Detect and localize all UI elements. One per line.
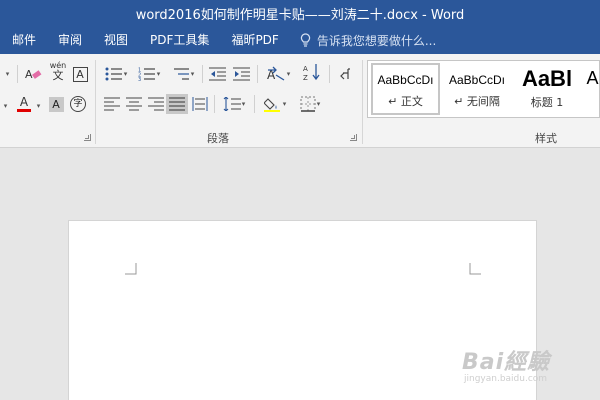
style-normal-preview: AaBbCcDı <box>377 73 434 87</box>
styles-group-label: 样式 <box>535 132 557 145</box>
svg-text:A: A <box>303 65 308 73</box>
decrease-indent-icon <box>209 67 226 81</box>
tell-me-text: 告诉我您想要做什么... <box>316 33 437 48</box>
style-heading-1[interactable]: AaBl 标题 1 <box>514 63 580 115</box>
tab-review[interactable]: 审阅 <box>47 26 93 54</box>
style-no-spacing-name: ↵ 无间隔 <box>454 95 500 108</box>
clear-formatting-button[interactable]: A <box>22 64 44 84</box>
chinese-layout-button[interactable]: A ▾ <box>262 64 294 84</box>
borders-icon <box>300 96 316 112</box>
align-left-icon <box>104 97 120 111</box>
margin-marker-top-right <box>469 263 481 275</box>
enclose-characters-icon: 字 <box>70 96 86 112</box>
align-left-button[interactable] <box>101 94 123 114</box>
style-no-spacing[interactable]: AaBbCcDı ↵ 无间隔 <box>443 63 511 115</box>
justify-button[interactable] <box>166 94 188 114</box>
font-color-dropdown[interactable]: ▾ <box>34 96 42 116</box>
tab-view[interactable]: 视图 <box>93 26 139 54</box>
clear-formatting-icon: A <box>25 68 42 81</box>
style-heading-1-preview: AaBl <box>521 66 573 91</box>
style-no-spacing-preview: AaBbCcDı <box>448 73 506 87</box>
font-dialog-launcher[interactable] <box>84 134 91 141</box>
bullets-icon <box>105 67 122 81</box>
tell-me-box[interactable]: 告诉我您想要做什么... <box>290 26 436 54</box>
watermark-subtext: jingyan.baidu.com <box>464 374 548 384</box>
font-color-label: A <box>19 95 29 109</box>
paragraph-group-label: 段落 <box>207 132 229 145</box>
sort-button[interactable]: AZ <box>301 62 325 82</box>
increase-indent-icon <box>233 67 250 81</box>
distributed-icon <box>192 97 208 111</box>
title-bar: word2016如何制作明星卡贴——刘涛二十.docx - Word <box>0 0 600 26</box>
align-right-button[interactable] <box>145 94 167 114</box>
multilevel-list-button[interactable]: ▾ <box>168 64 198 84</box>
borders-button[interactable]: ▾ <box>294 94 326 114</box>
decrease-indent-button[interactable] <box>207 64 229 84</box>
character-shading-button[interactable]: A <box>46 94 66 114</box>
paragraph-dialog-launcher[interactable] <box>350 134 357 141</box>
numbering-button[interactable]: 1 2 3 ▾ <box>134 64 164 84</box>
multilevel-list-icon <box>173 68 189 80</box>
margin-marker-top-left <box>125 263 137 275</box>
show-hide-marks-button[interactable] <box>334 64 356 84</box>
line-spacing-button[interactable]: ▾ <box>219 94 249 114</box>
numbering-icon: 1 2 3 <box>138 68 155 81</box>
distributed-button[interactable] <box>189 94 211 114</box>
svg-text:3: 3 <box>138 77 141 81</box>
window-title: word2016如何制作明星卡贴——刘涛二十.docx - Word <box>135 7 465 23</box>
font-dropdown-remnant[interactable]: ▾ <box>0 64 14 84</box>
phonetic-guide-button[interactable]: wén 文 <box>47 62 69 82</box>
font-color-button[interactable]: A <box>12 94 36 114</box>
font-color-swatch <box>17 109 31 112</box>
justify-icon <box>169 97 185 111</box>
style-heading-1-name: 标题 1 <box>530 96 564 109</box>
lightbulb-icon <box>300 33 310 47</box>
align-center-button[interactable] <box>123 94 145 114</box>
bullets-button[interactable]: ▾ <box>101 64 131 84</box>
increase-indent-button[interactable] <box>231 64 253 84</box>
character-shading-icon: A <box>48 96 64 112</box>
sort-icon: AZ <box>303 64 320 81</box>
phonetic-guide-glyph: 文 <box>52 69 64 82</box>
shading-button[interactable]: ▾ <box>259 94 291 114</box>
font-dropdown-remnant-2[interactable]: ▾ <box>0 96 10 116</box>
svg-text:Z: Z <box>303 74 308 81</box>
align-right-icon <box>148 97 164 111</box>
baidu-jingyan-watermark: Bai經驗 jingyan.baidu.com <box>462 330 582 388</box>
chinese-layout-icon: A <box>267 66 285 82</box>
styles-gallery: AaBbCcDı ↵ 正文 AaBbCcDı ↵ 无间隔 AaBl 标题 1 A <box>367 60 600 118</box>
style-next-preview: A <box>586 68 599 88</box>
tab-foxit-pdf[interactable]: 福昕PDF <box>220 26 289 54</box>
style-normal-name: ↵ 正文 <box>388 95 423 108</box>
watermark-text: Bai經驗 <box>462 350 551 375</box>
character-border-button[interactable]: A <box>71 64 89 84</box>
svg-text:A: A <box>25 68 33 81</box>
tab-mailings[interactable]: 邮件 <box>0 26 47 54</box>
tab-pdf-tools[interactable]: PDF工具集 <box>139 26 220 54</box>
style-next-partial[interactable]: A <box>586 63 599 115</box>
style-normal[interactable]: AaBbCcDı ↵ 正文 <box>371 63 440 115</box>
ribbon-tabs: 邮件 审阅 视图 PDF工具集 福昕PDF 告诉我您想要做什么... <box>0 26 600 54</box>
enclose-characters-button[interactable]: 字 <box>68 94 88 114</box>
align-center-icon <box>126 97 142 111</box>
line-spacing-icon <box>223 97 241 111</box>
paragraph-mark-icon <box>340 68 350 80</box>
character-border-icon: A <box>72 66 88 82</box>
paint-bucket-icon <box>263 98 280 112</box>
